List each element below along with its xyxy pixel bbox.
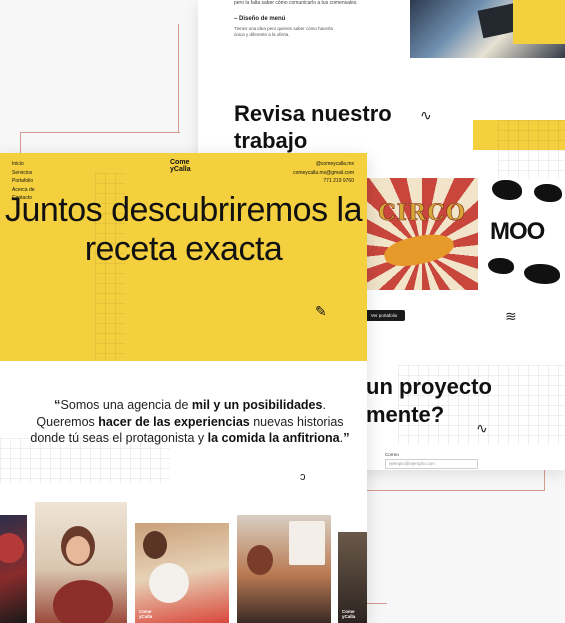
poster-label: CIRCO <box>378 200 466 227</box>
squiggle-icon: ↄ <box>300 471 306 483</box>
poster-label: MOO <box>490 218 545 245</box>
gallery-photo[interactable] <box>35 502 127 623</box>
gallery-photo[interactable] <box>0 515 27 623</box>
cow-spot-shape <box>534 184 562 202</box>
photo-logo-caption: Come yCalla <box>342 609 356 619</box>
squiggle-icon: ∿ <box>420 107 432 123</box>
quote-text: Somos una agencia de <box>60 398 192 412</box>
quote-highlight: mil y un posibilidades <box>191 398 323 412</box>
portfolio-item-circo[interactable]: CIRCO <box>366 178 478 290</box>
project-heading: un proyecto mente? <box>366 373 492 429</box>
photo-shape <box>0 533 24 563</box>
portfolio-item-cow[interactable]: MOO <box>486 178 565 290</box>
close-quote-mark: ” <box>343 430 350 445</box>
quote-highlight: la comida la anfitriona <box>207 431 340 445</box>
photo-shape <box>66 536 90 564</box>
gallery-photo[interactable]: Come yCalla <box>338 532 367 623</box>
grid-pattern <box>498 120 565 180</box>
photo-shape <box>289 521 325 565</box>
hero-section: Inicio Servicios Portafolio Acerca de Co… <box>0 153 367 361</box>
gallery-photo[interactable]: Come yCalla <box>135 523 229 623</box>
nav-item-inicio[interactable]: Inicio <box>12 160 35 169</box>
deco-line <box>367 603 387 604</box>
email-field[interactable]: ejemplo@ejemplo.com <box>385 459 478 469</box>
yellow-notebook-shape <box>513 0 565 44</box>
pen-icon: ✎ <box>315 303 327 319</box>
project-heading-text: un proyecto mente? <box>366 374 492 427</box>
email-label: Correo <box>385 452 399 457</box>
nav-item-portafolio[interactable]: Portafolio <box>12 177 35 186</box>
photo-shape <box>247 545 273 575</box>
contact-phone[interactable]: 771 219 9760 <box>293 177 354 186</box>
photo-shape <box>143 531 167 559</box>
photo-shape <box>149 563 189 603</box>
photo-shape <box>53 580 113 623</box>
front-page-mockup: Inicio Servicios Portafolio Acerca de Co… <box>0 153 367 623</box>
work-desk-photo <box>410 0 565 58</box>
deco-line <box>367 490 545 491</box>
intro-text: pero la falta saber cómo comunicarlo a t… <box>234 0 358 6</box>
menu-design-description: Tienes una idea pero quieres saber cómo … <box>234 26 333 37</box>
instagram-handle[interactable]: @comeycalla.mx <box>293 160 354 169</box>
view-portfolio-button[interactable]: Ver portafolio <box>363 310 405 321</box>
hero-title: Juntos descubriremos la receta exacta <box>4 191 363 268</box>
wave-icon: ≋ <box>505 308 517 324</box>
contact-info: @comeycalla.mx comeycalla.mx@gmail.com 7… <box>293 160 354 186</box>
deco-line <box>178 24 179 132</box>
gallery-photo[interactable] <box>237 515 331 623</box>
deco-line <box>20 132 21 154</box>
deco-line <box>544 470 545 491</box>
nav-item-servicios[interactable]: Servicios <box>12 169 35 178</box>
review-work-heading: Revisa nuestro trabajo <box>234 101 392 153</box>
tiger-illustration <box>381 227 457 273</box>
cow-spot-shape <box>524 264 560 284</box>
contact-email[interactable]: comeycalla.mx@gmail.com <box>293 169 354 178</box>
deco-line <box>20 132 180 133</box>
agency-quote: “Somos una agencia de mil y un posibilid… <box>30 397 350 447</box>
cow-spot-shape <box>488 258 514 274</box>
cow-spot-shape <box>492 180 522 200</box>
quote-highlight: hacer de las experiencias <box>98 414 250 429</box>
photo-logo-caption: Come yCalla <box>139 609 153 619</box>
brand-logo[interactable]: Come yCalla <box>170 159 191 173</box>
squiggle-icon: ∿ <box>476 420 488 436</box>
menu-design-title: – Diseño de menú <box>234 16 286 22</box>
